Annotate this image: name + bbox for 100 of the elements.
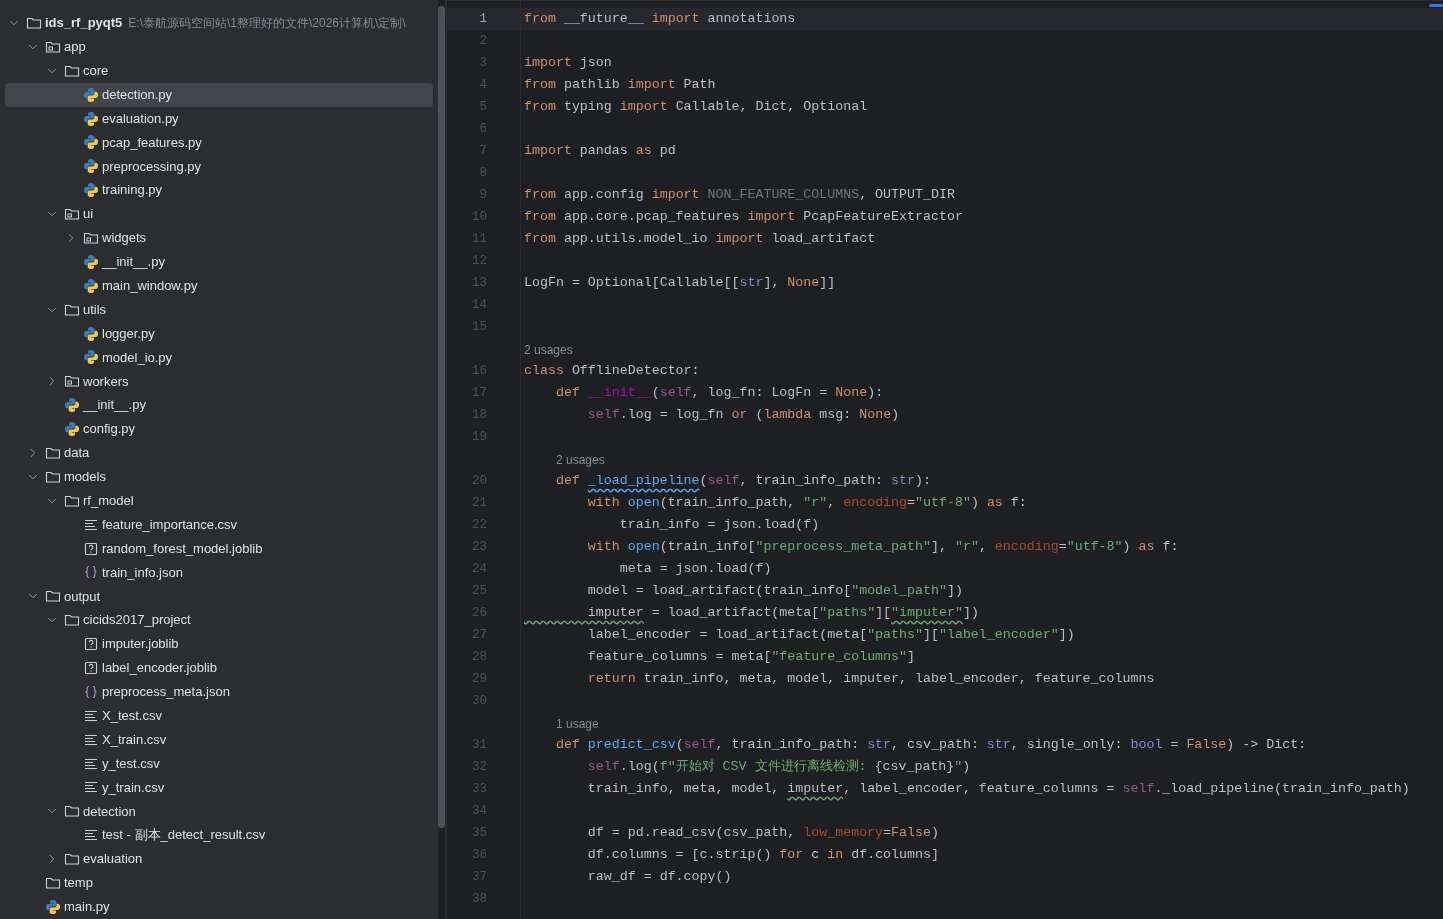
usages-hint[interactable]: 1 usage [556, 715, 599, 733]
tree-item[interactable]: logger.py [5, 321, 433, 346]
tree-item[interactable]: detection.py [5, 82, 433, 107]
tree-item[interactable]: random_forest_model.joblib [5, 536, 433, 561]
tree-item[interactable]: evaluation.py [5, 106, 433, 131]
tree-item[interactable]: ids_rf_pyqt5 E:\泰航源码空间站\1整理好的文件\2026计算机\定制\ [5, 11, 433, 35]
module-folder-icon [64, 373, 80, 390]
python-icon [83, 349, 99, 366]
file-name: detection [83, 802, 136, 821]
tree-item[interactable]: app [5, 34, 433, 59]
file-name: y_train.csv [102, 778, 165, 797]
tree-item[interactable]: utils [5, 297, 433, 322]
code-line: import json [524, 54, 612, 73]
file-name: ids_rf_pyqt5 [45, 14, 123, 33]
file-name: evaluation [83, 850, 143, 869]
code-line: LogFn = Optional[Callable[[str], None]] [524, 274, 836, 293]
unknown-file-icon [83, 636, 99, 653]
python-icon [64, 397, 80, 414]
file-name: app [64, 38, 86, 57]
line-number: 1 [478, 10, 487, 28]
code-line: self.log = log_fn or (lambda msg: None) [586, 406, 900, 425]
file-name: y_test.csv [102, 754, 160, 773]
tree-item[interactable]: train_info.json [5, 560, 433, 585]
tree-item[interactable]: label_encoder.joblib [5, 656, 433, 680]
file-name: main_window.py [102, 277, 198, 295]
tree-item[interactable]: y_train.csv [5, 775, 433, 800]
tree-item[interactable]: preprocess_meta.json [5, 679, 433, 704]
code-line: def predict_csv(self, train_info_path: str, csv_path: str, single_only: bool = False) -> Dict: [554, 736, 1307, 755]
code-line: def __init__(self, log_fn: LogFn = None): [554, 384, 884, 403]
file-name: feature_importance.csv [102, 515, 238, 534]
unknown-file-icon [83, 540, 99, 557]
file-name: __init__.py [102, 253, 165, 272]
tree-item[interactable]: preprocessing.py [5, 154, 433, 179]
folder-icon [64, 851, 80, 868]
file-name: test - 副本_detect_result.csv [102, 826, 266, 845]
file-name: logger.py [102, 324, 155, 343]
tree-item[interactable]: data [5, 441, 433, 465]
tree-item[interactable]: training.py [5, 178, 433, 203]
python-icon [83, 86, 99, 103]
tree-item[interactable]: X_train.csv [5, 727, 433, 752]
code-line: train_info, meta, model, imputer, label_encoder, feature_columns = self._load_pipeline(train_info_path) [586, 780, 1410, 799]
tree-item[interactable]: __init__.py [5, 249, 433, 274]
file-name: __init__.py [83, 396, 146, 415]
file-name: training.py [102, 181, 162, 200]
code-line: imputer = load_artifact(meta["paths"]["imputer"]) [586, 604, 979, 623]
code-line: from app.utils.model_io import load_artifact [524, 230, 876, 249]
tree-item[interactable]: main.py [5, 894, 433, 919]
tree-item[interactable]: workers [5, 369, 433, 394]
code-line: def _load_pipeline(self, train_info_path: str): [554, 472, 931, 491]
code-line: class OfflineDetector: [524, 362, 700, 381]
tree-item[interactable]: X_test.csv [5, 703, 433, 728]
usages-hint[interactable]: 2 usages [556, 451, 605, 469]
tree-item[interactable]: evaluation [5, 847, 433, 872]
module-folder-icon [64, 206, 80, 223]
file-name: detection.py [102, 85, 173, 104]
tree-item[interactable]: models [5, 464, 433, 489]
tree-item[interactable]: __init__.py [5, 393, 433, 418]
file-name: label_encoder.joblib [102, 659, 217, 678]
tree-item[interactable]: output [5, 584, 433, 609]
file-name: preprocess_meta.json [102, 683, 230, 702]
folder-icon [64, 612, 80, 629]
file-name: train_info.json [102, 563, 183, 582]
code-line: from typing import Callable, Dict, Optional [524, 98, 868, 117]
code-line: from pathlib import Path [524, 76, 716, 95]
tree-item[interactable]: imputer.joblib [5, 632, 433, 657]
file-name: model_io.py [102, 348, 173, 367]
file-name: preprocessing.py [102, 157, 201, 176]
tree-item[interactable]: model_io.py [5, 345, 433, 370]
file-name: X_test.csv [102, 707, 162, 725]
tree-item[interactable]: detection [5, 799, 433, 824]
braces-icon [83, 564, 99, 581]
tree-item[interactable]: config.py [5, 417, 433, 442]
file-name: X_train.csv [102, 730, 167, 749]
scrollbar-thumb[interactable] [438, 6, 445, 828]
usages-hint[interactable]: 2 usages [524, 341, 573, 359]
file-name: ui [83, 205, 94, 224]
file-name: rf_model [83, 492, 134, 510]
code-line: from app.config import NON_FEATURE_COLUMNS, OUTPUT_DIR [524, 186, 955, 205]
tree-item[interactable]: test - 副本_detect_result.csv [5, 823, 433, 848]
python-icon [83, 253, 99, 270]
tree-item[interactable]: temp [5, 871, 433, 895]
tree-item[interactable]: core [5, 58, 433, 83]
tree-item[interactable]: y_test.csv [5, 751, 433, 776]
unknown-file-icon [83, 660, 99, 676]
code-line: meta = json.load(f) [618, 560, 772, 579]
tree-item[interactable]: main_window.py [5, 273, 433, 298]
tree-item[interactable]: cicids2017_project [5, 608, 433, 633]
file-name: data [64, 444, 90, 463]
project-path: E:\泰航源码空间站\1整理好的文件\2026计算机\定制\ [128, 14, 406, 32]
tree-item[interactable]: feature_importance.csv [5, 512, 433, 537]
code-line: raw_df = df.copy() [586, 868, 732, 887]
file-name: core [83, 61, 109, 80]
tree-item[interactable]: ui [5, 202, 433, 226]
file-name: utils [83, 300, 107, 319]
tree-item[interactable]: pcap_features.py [5, 130, 433, 155]
python-icon [83, 182, 99, 199]
tree-item[interactable]: rf_model [5, 488, 433, 513]
tree-item[interactable]: widgets [5, 226, 433, 250]
folder-icon [64, 803, 80, 820]
file-name: main.py [64, 898, 110, 917]
